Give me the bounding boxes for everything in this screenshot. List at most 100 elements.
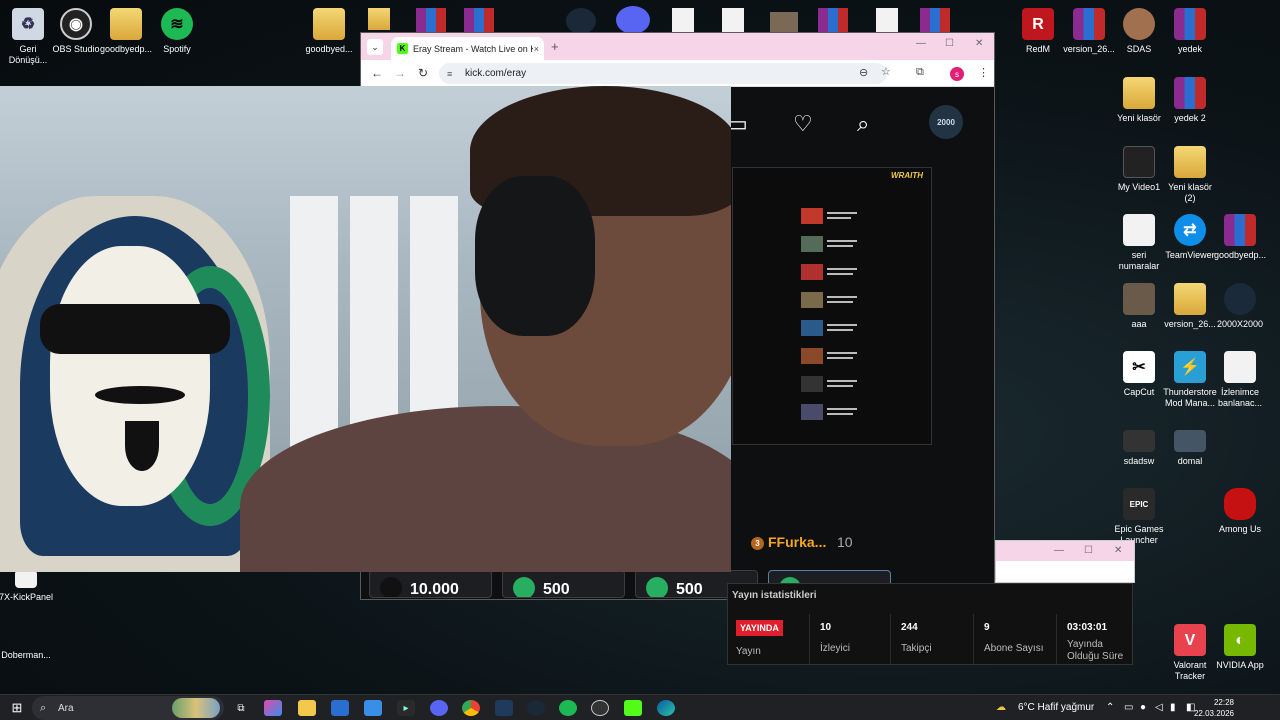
desktop-icon-goodbyedpi-2[interactable]: goodbyedp... xyxy=(1212,214,1268,261)
document-icon[interactable] xyxy=(722,8,744,34)
edge-icon[interactable] xyxy=(657,700,675,716)
terminal-icon[interactable]: ▸ xyxy=(397,700,415,716)
desktop-icon-sdas[interactable]: SDAS xyxy=(1111,8,1167,55)
desktop-icon-doberman[interactable]: Doberman... xyxy=(0,650,54,661)
profile-avatar[interactable]: s xyxy=(950,67,964,81)
desktop-icon-epic-games[interactable]: EPIC Epic Games Launcher xyxy=(1111,488,1167,546)
bookmark-star-icon[interactable]: ☆ xyxy=(881,65,891,78)
desktop-icon-yeni-klasor-2[interactable]: Yeni klasör (2) xyxy=(1162,146,1218,204)
desktop-icon-obs[interactable]: ◉ OBS Studio xyxy=(48,8,104,55)
image-thumbnail-icon[interactable] xyxy=(770,12,798,32)
battery-icon[interactable]: ▮ xyxy=(1170,702,1176,713)
network-icon[interactable]: ▭ xyxy=(1124,702,1133,713)
address-bar[interactable]: ≡ kick.com/eray ⊖ ☆ xyxy=(439,63,891,84)
spotify-icon[interactable] xyxy=(559,700,577,716)
desktop-icon-spotify[interactable]: ≋ Spotify xyxy=(149,8,205,55)
desktop-icon-teamviewer[interactable]: ⇄ TeamViewer xyxy=(1162,214,1218,261)
tab-close-icon[interactable]: × xyxy=(534,44,539,54)
text-line xyxy=(827,324,857,326)
winrar-icon[interactable] xyxy=(464,8,494,34)
desktop-icon-version-2[interactable]: version_26... xyxy=(1162,283,1218,330)
desktop-icon-label: goodbyedp... xyxy=(1213,250,1267,260)
tab-search-button[interactable]: ⌄ xyxy=(367,39,383,55)
list-item xyxy=(801,236,859,257)
chrome-icon[interactable] xyxy=(462,700,480,716)
task-view-icon[interactable]: ⧉ xyxy=(232,700,250,716)
extensions-icon[interactable]: ⧉ xyxy=(916,66,924,79)
among-us-icon xyxy=(1224,488,1256,520)
outlook-icon[interactable] xyxy=(364,700,382,716)
desktop-icon-thunderstore[interactable]: ⚡ Thunderstore Mod Mana... xyxy=(1162,351,1218,409)
back-button[interactable]: ← xyxy=(371,66,383,80)
channel-logo[interactable]: 2000 xyxy=(929,105,963,139)
desktop-icon-domal[interactable]: domal xyxy=(1162,430,1218,467)
desktop-icon-kickpanel[interactable]: 7X-KickPanel xyxy=(0,570,54,603)
desktop-icon-sdadsw[interactable]: sdadsw xyxy=(1111,430,1167,467)
obs-icon[interactable] xyxy=(591,700,609,716)
app-icon[interactable] xyxy=(495,700,513,716)
chat-message-user[interactable]: 3 FFurka... xyxy=(751,534,826,550)
gift-card[interactable]: 10.000 xyxy=(369,570,492,598)
more-menu-icon[interactable]: ⋮ xyxy=(978,66,989,79)
desktop-icon-valorant-tracker[interactable]: V Valorant Tracker xyxy=(1162,624,1218,682)
desktop-icon-nvidia-app[interactable]: ◐ NVIDIA App xyxy=(1212,624,1268,671)
microphone-icon[interactable]: ● xyxy=(1140,702,1146,713)
system-clock[interactable]: 22:28 22.03.2026 xyxy=(1194,697,1234,719)
desktop-icon-among-us[interactable]: Among Us xyxy=(1212,488,1268,535)
desktop-icon-yedek-2[interactable]: yedek 2 xyxy=(1162,77,1218,124)
new-tab-button[interactable]: + xyxy=(551,39,559,54)
gift-card[interactable]: 500 xyxy=(502,570,625,598)
zoom-icon[interactable]: ⊖ xyxy=(859,66,868,79)
desktop-icon-version[interactable]: version_26... xyxy=(1061,8,1117,55)
tab-kick-stream[interactable]: K Eray Stream - Watch Live on Kick × xyxy=(391,37,544,60)
desktop-icon-seri-numaralar[interactable]: seri numaralar xyxy=(1111,214,1167,272)
text-line xyxy=(827,380,857,382)
winrar-icon xyxy=(1174,8,1206,40)
discord-icon[interactable] xyxy=(616,6,650,34)
desktop-icon-label: seri numaralar xyxy=(1118,250,1160,271)
store-icon[interactable] xyxy=(331,700,349,716)
desktop-icon-yeni-klasor[interactable]: Yeni klasör xyxy=(1111,77,1167,124)
desktop-icon-capcut[interactable]: ✂ CapCut xyxy=(1111,351,1167,398)
steam-icon[interactable] xyxy=(566,8,596,34)
winrar-icon[interactable] xyxy=(818,8,848,34)
minimize-button[interactable]: — xyxy=(1054,545,1064,556)
start-icon[interactable]: ⊞ xyxy=(8,700,26,716)
document-icon xyxy=(1123,214,1155,246)
chevron-up-icon[interactable]: ⌃ xyxy=(1106,702,1114,713)
weather-text[interactable]: 6°C Hafif yağmur xyxy=(1018,702,1094,713)
desktop-icon-my-video[interactable]: My Video1 xyxy=(1111,146,1167,193)
site-info-icon[interactable]: ≡ xyxy=(447,69,452,79)
file-explorer-icon[interactable] xyxy=(298,700,316,716)
search-icon[interactable]: ⌕ xyxy=(857,111,869,137)
copilot-icon[interactable] xyxy=(264,700,282,716)
text-line xyxy=(827,352,857,354)
discord-icon[interactable] xyxy=(430,700,448,716)
steam-icon[interactable] xyxy=(527,700,545,716)
close-button[interactable]: ✕ xyxy=(1114,545,1122,556)
winrar-icon[interactable] xyxy=(920,8,950,34)
maximize-button[interactable]: ☐ xyxy=(1084,545,1093,556)
document-icon[interactable] xyxy=(876,8,898,34)
minimize-button[interactable]: — xyxy=(916,38,926,49)
volume-icon[interactable]: ◁ xyxy=(1155,702,1163,713)
close-button[interactable]: ✕ xyxy=(975,38,983,49)
reload-button[interactable]: ↻ xyxy=(418,66,428,80)
folder-icon[interactable] xyxy=(368,8,390,30)
desktop-icon-izlenimce[interactable]: İzlenimce banlanac... xyxy=(1212,351,1268,409)
kickpanel-icon[interactable] xyxy=(624,700,642,716)
desktop-icon-2000x2000[interactable]: 2000X2000 xyxy=(1212,283,1268,330)
desktop-icon-aaa[interactable]: aaa xyxy=(1111,283,1167,330)
maximize-button[interactable]: ☐ xyxy=(945,38,954,49)
desktop-icon-label: version_26... xyxy=(1063,44,1115,54)
desktop-icon-yedek[interactable]: yedek xyxy=(1162,8,1218,55)
forward-button[interactable]: → xyxy=(394,66,406,80)
desktop-icon-goodbyedpi[interactable]: goodbyedp... xyxy=(98,8,154,55)
desktop-icon-redm[interactable]: R RedM xyxy=(1010,8,1066,55)
taskbar-search[interactable]: ⌕ Ara xyxy=(32,696,224,720)
winrar-icon[interactable] xyxy=(416,8,446,34)
document-icon[interactable] xyxy=(672,8,694,34)
heart-icon[interactable]: ♡ xyxy=(793,111,813,137)
winrar-icon xyxy=(1073,8,1105,40)
desktop-icon-goodbyed[interactable]: goodbyed... xyxy=(301,8,357,55)
